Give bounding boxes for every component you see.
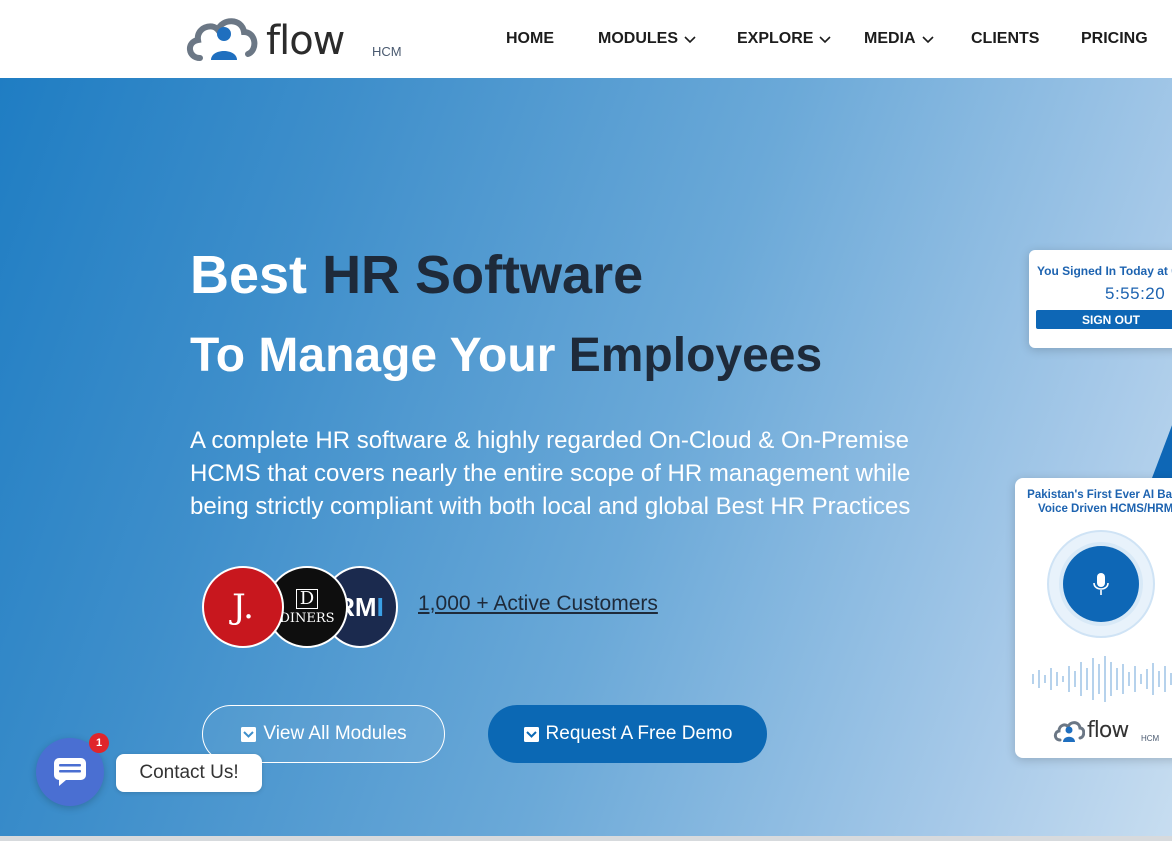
headline-dark-part: HR Software [322, 245, 644, 305]
nav-modules-label: MODULES [598, 30, 678, 47]
active-customers-link[interactable]: 1,000 + Active Customers [418, 592, 658, 616]
client-logo-diners-letter: D [295, 588, 319, 609]
nav-media-label: MEDIA [864, 30, 916, 47]
dropdown-box-icon [241, 726, 257, 742]
hero-headline-line1: Best HR Software [190, 244, 643, 306]
nav-clients[interactable]: CLIENTS [971, 30, 1039, 48]
dropdown-box-icon [523, 726, 539, 742]
headline-white-part: Best [190, 245, 308, 305]
voice-card-title: Pakistan's First Ever AI Based Voice Dri… [1027, 489, 1172, 515]
chevron-down-icon [921, 36, 934, 44]
notification-badge: 1 [89, 733, 109, 753]
nav-pricing[interactable]: PRICING [1081, 30, 1148, 48]
divider [0, 836, 1172, 841]
signin-title: You Signed In Today at 0 [1037, 264, 1172, 278]
chevron-down-icon [819, 36, 832, 44]
voice-hrms-card: Pakistan's First Ever AI Based Voice Dri… [1015, 478, 1172, 758]
client-logo-rmi-accent: I [376, 591, 384, 622]
sign-out-button[interactable]: SIGN OUT [1036, 310, 1172, 329]
signin-time: 5:55:20 [1105, 284, 1166, 303]
hero-description: A complete HR software & highly regarded… [190, 427, 911, 520]
site-header: flow HCM HOME MODULES EXPLORE MEDIA CLIE… [0, 0, 1172, 78]
client-logo-j-text: J. [232, 587, 254, 627]
nav-clients-label: CLIENTS [971, 30, 1040, 47]
sign-out-label: SIGN OUT [1081, 312, 1140, 327]
chevron-down-icon [684, 36, 696, 44]
request-demo-button[interactable]: Request A Free Demo [488, 705, 767, 763]
contact-us-label[interactable]: Contact Us! [116, 754, 262, 792]
mic-button[interactable] [1063, 546, 1139, 622]
headline-dark-part: Employees [568, 329, 823, 382]
nav-modules[interactable]: MODULES [598, 30, 697, 48]
nav-explore[interactable]: EXPLORE [737, 30, 832, 48]
nav-media[interactable]: MEDIA [864, 30, 935, 48]
chat-bubble-icon [54, 758, 86, 786]
view-all-modules-label: View All Modules [263, 723, 407, 744]
request-demo-label: Request A Free Demo [545, 723, 733, 744]
headline-white-part: To Manage Your [190, 329, 556, 382]
signin-card: You Signed In Today at 0 5:55:20 SIGN OU… [1029, 250, 1172, 348]
hero-headline-line2: To Manage Your Employees [190, 328, 822, 383]
nav-explore-label: EXPLORE [737, 30, 814, 47]
client-logo-diners-text: DINERS [279, 610, 335, 626]
microphone-icon [1093, 573, 1109, 595]
client-logo-stack: J. D DINERS RM I [202, 566, 402, 648]
sound-wave-icon [1032, 656, 1172, 702]
voice-card-logo-suffix: HCM [1141, 734, 1160, 743]
cloud-person-logo-icon [1053, 721, 1086, 742]
voice-card-logo-word: flow [1087, 718, 1129, 743]
decorative-shape [1152, 420, 1172, 478]
nav-home[interactable]: HOME [506, 30, 554, 48]
voice-card-logo: flow HCM [1053, 718, 1172, 748]
client-logo-j: J. [202, 566, 284, 648]
main-nav: HOME MODULES EXPLORE MEDIA CLIENTS PRICI… [0, 30, 1172, 52]
nav-pricing-label: PRICING [1081, 30, 1148, 47]
nav-home-label: HOME [506, 30, 554, 47]
